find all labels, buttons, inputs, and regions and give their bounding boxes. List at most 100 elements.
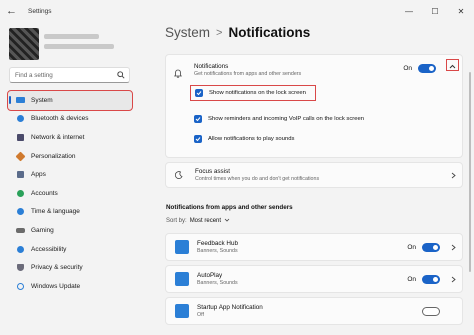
sidebar-item-label: Bluetooth & devices: [31, 115, 89, 123]
app-toggle-off[interactable]: [422, 306, 440, 316]
chevron-right-icon: [451, 276, 456, 283]
minimize-icon[interactable]: —: [396, 0, 422, 22]
option-play-sounds[interactable]: Allow notifications to play sounds: [194, 131, 294, 147]
search-input[interactable]: Find a setting: [9, 67, 130, 83]
option-label: Show reminders and incoming VoIP calls o…: [208, 116, 365, 122]
chevron-right-icon: [451, 244, 456, 251]
accounts-icon: [14, 189, 26, 197]
feedback-hub-icon: [175, 240, 189, 254]
bluetooth-icon: [14, 115, 26, 123]
sidebar-item-label: Accessibility: [31, 245, 67, 253]
sidebar-item-personalization[interactable]: Personalization: [8, 147, 132, 166]
autoplay-icon: [175, 272, 189, 286]
search-placeholder: Find a setting: [15, 71, 53, 79]
update-icon: [14, 282, 26, 290]
option-lock-screen[interactable]: Show notifications on the lock screen: [190, 85, 316, 101]
brush-icon: [14, 151, 26, 162]
checkbox-checked-icon[interactable]: [194, 115, 202, 123]
chevron-up-icon: [449, 56, 456, 74]
breadcrumb-parent[interactable]: System: [165, 25, 210, 40]
notifications-toggle[interactable]: [418, 64, 436, 73]
window-title: Settings: [28, 7, 52, 15]
sidebar-item-windows-update[interactable]: Windows Update: [8, 277, 132, 296]
sidebar-item-accounts[interactable]: Accounts: [8, 184, 132, 203]
startup-app-icon: [175, 304, 189, 318]
sidebar: Find a setting System Bluetooth & device…: [0, 22, 140, 335]
notifications-toggle-group: On: [403, 64, 436, 73]
network-icon: [14, 133, 26, 141]
collapse-button[interactable]: [446, 59, 459, 71]
account-email-placeholder: [44, 44, 114, 49]
senders-section-title: Notifications from apps and other sender…: [166, 204, 293, 211]
sidebar-item-label: Gaming: [31, 226, 54, 234]
checkbox-checked-icon[interactable]: [194, 135, 202, 143]
option-label: Allow notifications to play sounds: [208, 136, 295, 142]
app-sub: Banners, Sounds: [197, 280, 238, 286]
scrollbar[interactable]: [469, 72, 471, 272]
app-name: AutoPlay: [197, 272, 223, 279]
shield-icon: [14, 264, 26, 272]
focus-assist-title: Focus assist: [195, 168, 230, 175]
chevron-right-icon: [451, 172, 456, 179]
avatar[interactable]: [9, 28, 39, 60]
sidebar-item-label: Apps: [31, 171, 46, 179]
title-bar: ← Settings — ☐ ✕: [0, 0, 474, 22]
page-title: Notifications: [228, 25, 311, 40]
back-arrow-icon[interactable]: ←: [6, 5, 22, 17]
option-label: Show notifications on the lock screen: [209, 90, 306, 96]
toggle-state: On: [403, 65, 412, 72]
sidebar-nav: System Bluetooth & devices Network & int…: [7, 90, 133, 296]
window-controls: — ☐ ✕: [396, 0, 474, 22]
gaming-icon: [14, 226, 26, 234]
sidebar-item-label: Time & language: [31, 208, 80, 216]
time-language-icon: [14, 208, 26, 216]
focus-assist-row[interactable]: Focus assist Control times when you do a…: [165, 162, 463, 188]
app-toggle-group: On: [407, 242, 440, 252]
sidebar-item-label: System: [31, 96, 53, 104]
main-content: System > Notifications Notifications Get…: [152, 22, 474, 335]
breadcrumb: System > Notifications: [165, 25, 310, 40]
sidebar-item-network[interactable]: Network & internet: [8, 128, 132, 147]
toggle-state: On: [407, 275, 416, 283]
system-icon: [14, 96, 26, 104]
sort-value: Most recent: [189, 218, 222, 224]
sidebar-item-label: Personalization: [31, 152, 76, 160]
app-toggle[interactable]: [422, 242, 440, 252]
app-name: Startup App Notification: [197, 304, 263, 311]
option-voip-reminders[interactable]: Show reminders and incoming VoIP calls o…: [194, 111, 364, 127]
sidebar-item-bluetooth[interactable]: Bluetooth & devices: [8, 110, 132, 129]
sidebar-item-apps[interactable]: Apps: [8, 165, 132, 184]
sidebar-item-gaming[interactable]: Gaming: [8, 221, 132, 240]
checkbox-checked-icon[interactable]: [195, 89, 203, 97]
account-name-placeholder: [44, 34, 99, 39]
sidebar-item-label: Privacy & security: [31, 264, 83, 272]
app-row-autoplay[interactable]: AutoPlay Banners, Sounds On: [165, 265, 463, 293]
notifications-subtitle: Get notifications from apps and other se…: [194, 71, 302, 77]
apps-icon: [14, 171, 26, 179]
app-row-startup-app-notification[interactable]: Startup App Notification Off: [165, 297, 463, 325]
sidebar-item-time-language[interactable]: Time & language: [8, 203, 132, 222]
app-toggle-group: On: [407, 274, 440, 284]
sort-label: Sort by:: [166, 218, 187, 224]
sidebar-item-privacy[interactable]: Privacy & security: [8, 258, 132, 277]
app-sub: Banners, Sounds: [197, 248, 238, 254]
notifications-card: Notifications Get notifications from app…: [165, 54, 463, 158]
focus-assist-subtitle: Control times when you do and don't get …: [195, 176, 320, 182]
app-toggle[interactable]: [422, 274, 440, 284]
accessibility-icon: [14, 245, 26, 253]
maximize-icon[interactable]: ☐: [422, 0, 448, 22]
sidebar-item-accessibility[interactable]: Accessibility: [8, 240, 132, 259]
close-icon[interactable]: ✕: [448, 0, 474, 22]
notifications-title: Notifications: [194, 63, 229, 70]
sidebar-item-label: Windows Update: [31, 282, 81, 290]
sidebar-item-label: Network & internet: [31, 133, 85, 141]
notifications-header: Notifications Get notifications from app…: [174, 63, 301, 83]
app-sub: Off: [197, 312, 204, 318]
sort-dropdown[interactable]: Sort by: Most recent: [166, 218, 230, 224]
search-icon[interactable]: [117, 71, 129, 79]
app-row-feedback-hub[interactable]: Feedback Hub Banners, Sounds On: [165, 233, 463, 261]
toggle-state: On: [407, 243, 416, 251]
sidebar-item-system[interactable]: System: [7, 90, 133, 111]
sidebar-item-label: Accounts: [31, 189, 58, 197]
app-name: Feedback Hub: [197, 240, 238, 247]
